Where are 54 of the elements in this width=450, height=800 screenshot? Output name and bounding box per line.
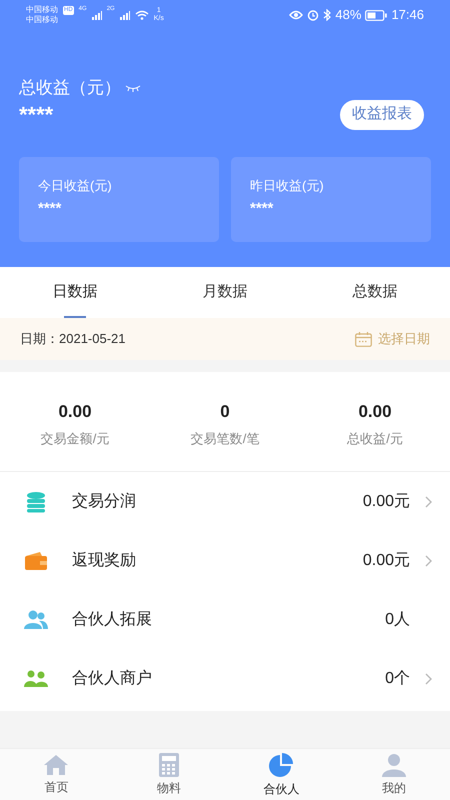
stat-label: 总收益/元 <box>347 430 403 448</box>
card-value: **** <box>250 199 274 219</box>
row-value: 0.00元 <box>362 492 410 512</box>
row-label: 返现奖励 <box>72 550 136 570</box>
people-icon <box>24 610 48 630</box>
signal-icon <box>92 10 102 20</box>
card-label: 昨日收益(元) <box>250 176 325 195</box>
row-label: 合伙人拓展 <box>72 610 152 630</box>
battery-icon <box>365 10 388 20</box>
stat-value: 0.00 <box>58 401 92 423</box>
report-button[interactable]: 收益报表 <box>340 100 424 130</box>
nav-tab[interactable]: 合伙人 <box>225 749 338 800</box>
wallet-icon <box>24 550 48 570</box>
people-icon <box>24 670 48 688</box>
nav-tab[interactable]: 我的 <box>338 749 450 800</box>
summary-row[interactable]: 合伙人商户 0个 <box>0 649 450 708</box>
closed-eye-icon[interactable] <box>125 84 141 92</box>
bluetooth-icon <box>323 9 332 21</box>
row-value: 0.00元 <box>362 550 410 570</box>
row-label: 交易分润 <box>72 492 136 512</box>
summary-row[interactable]: 返现奖励 0.00元 <box>0 531 450 590</box>
summary-row[interactable]: 交易分润 0.00元 <box>0 472 450 531</box>
wifi-icon <box>134 10 149 20</box>
calendar-icon <box>355 332 372 346</box>
coin-stack-icon <box>25 490 47 512</box>
clock-time: 17:46 <box>391 6 424 24</box>
card-label: 今日收益(元) <box>38 176 113 195</box>
total-earnings-title: 总收益（元） <box>19 77 121 99</box>
card-value: **** <box>38 199 62 219</box>
data-tab[interactable]: 总数据 <box>300 267 450 318</box>
stat-label: 交易笔数/笔 <box>190 430 260 448</box>
total-earnings-value: **** <box>19 102 54 128</box>
row-value: 0个 <box>385 668 410 688</box>
carrier-label: 中国移动 <box>26 5 58 15</box>
user-icon <box>380 752 407 776</box>
nav-tab[interactable]: 物料 <box>112 749 225 800</box>
alarm-icon <box>307 9 320 21</box>
date-label: 日期：2021-05-21 <box>20 330 126 348</box>
data-tab[interactable]: 月数据 <box>150 267 300 318</box>
battery-percent: 48% <box>335 6 362 24</box>
carrier-label: 中国移动 <box>26 15 58 25</box>
pie-chart-icon <box>268 752 294 778</box>
calculator-icon <box>158 752 179 776</box>
signal-icon <box>120 10 130 20</box>
data-tab[interactable]: 日数据 <box>0 267 150 318</box>
eye-icon <box>289 10 304 20</box>
row-label: 合伙人商户 <box>72 668 152 688</box>
summary-row[interactable]: 合伙人拓展 0人 <box>0 590 450 649</box>
nav-tab[interactable]: 首页 <box>0 749 112 800</box>
row-value: 0人 <box>385 610 410 630</box>
stat-value: 0 <box>220 401 230 423</box>
stat-value: 0.00 <box>358 401 392 423</box>
stat-label: 交易金额/元 <box>40 430 110 448</box>
home-icon <box>43 754 70 776</box>
